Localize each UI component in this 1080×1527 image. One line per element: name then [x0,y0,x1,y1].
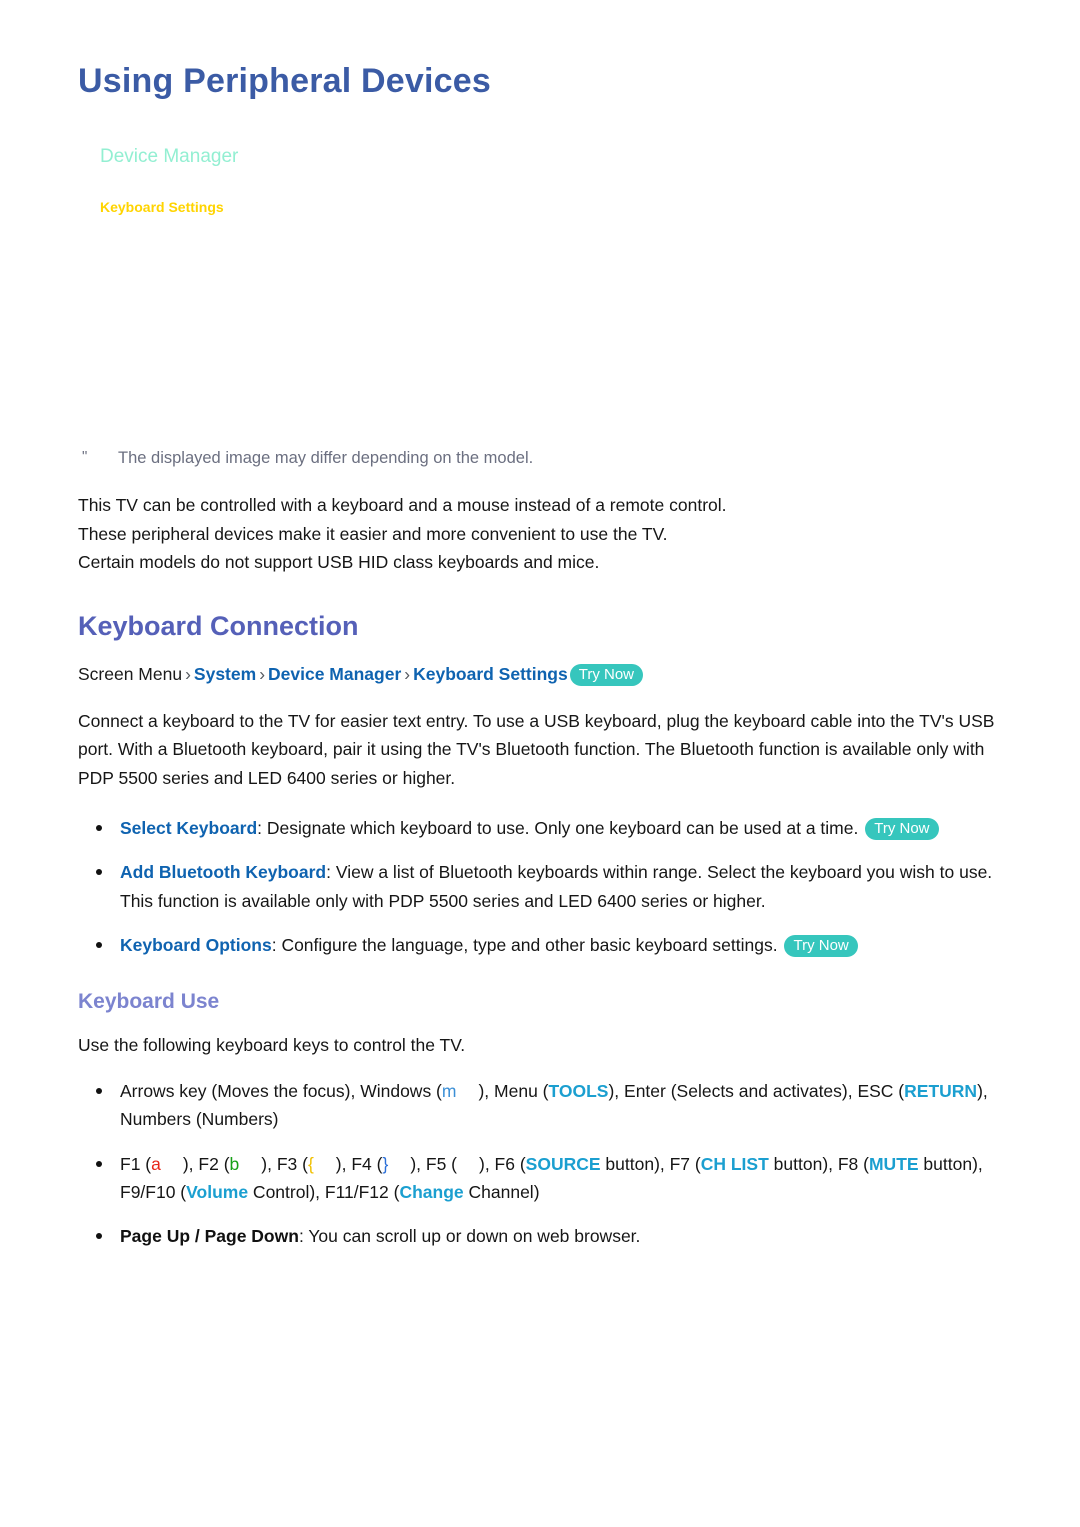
fkeys-text-7: button), F7 ( [600,1153,701,1174]
arrows-text-3: ), Enter (Selects and activates), ESC ( [608,1080,905,1101]
section-keyboard-connection: Keyboard Connection Screen Menu › System › D… [78,610,1010,959]
list-item: Add Bluetooth Keyboard: View a list of B… [78,858,1010,915]
tv-menu-screenshot-figure: Device Manager Keyboard Settings [100,146,1010,448]
key-mute: MUTE [868,1153,919,1174]
keyboard-use-intro: Use the following keyboard keys to contr… [78,1034,466,1055]
list-item: F1 (a ), F2 (b ), F3 ({ ), F4 (} ), F5 ( ), F… [78,1150,1010,1207]
bullet-dot-icon [96,825,102,832]
key-ch-list: CH LIST [700,1153,769,1174]
fkeys-text-11: Channel) [463,1182,540,1202]
section-keyboard-use: Keyboard Use Use the following keyboard … [78,989,1010,1250]
page-title: Using Peripheral Devices [78,62,491,100]
key-return: RETURN [904,1080,978,1101]
bullet-term-page-up-page-down: Page Up / Page Down [120,1226,299,1247]
breadcrumb: Screen Menu › System › Device Manager › Keyboa… [78,661,1010,687]
key-color-brace-close-blue: } [382,1153,389,1174]
heading-keyboard-connection: Keyboard Connection [78,611,359,642]
key-windows-m: m [441,1080,457,1101]
key-change: Change [399,1182,464,1202]
bullet-dot-icon [96,1160,102,1167]
intro-line-3: Certain models do not support USB HID cl… [78,552,600,573]
bullet-colon: : [326,862,331,883]
arrows-text-1: Arrows key (Moves the focus), Windows ( [120,1080,442,1101]
bullet-text: You can scroll up or down on web browser… [308,1226,641,1247]
bullet-term-keyboard-options: Keyboard Options [120,935,272,956]
key-volume: Volume [186,1182,249,1202]
note-row: " The displayed image may differ dependi… [82,447,1010,469]
arrows-text-2: ), Menu ( [478,1080,549,1101]
bullet-dot-icon [96,1087,102,1094]
key-color-b-green: b [229,1153,240,1174]
breadcrumb-link-device-manager[interactable]: Device Manager [268,664,401,684]
keyboard-connection-bullet-list: Select Keyboard: Designate which keyboar… [78,814,1010,959]
fkeys-text-5: ), F5 ( [410,1153,457,1174]
note-text: The displayed image may differ depending… [118,449,534,468]
fkeys-text-3: ), F3 ( [261,1153,308,1174]
breadcrumb-link-system[interactable]: System [194,664,256,684]
list-item: Page Up / Page Down: You can scroll up o… [78,1222,1010,1250]
menu-screenshot-item-keyboard-settings: Keyboard Settings [100,198,224,215]
fkeys-text-10: Control), F11/F12 ( [248,1182,400,1202]
fkeys-text-4: ), F4 ( [335,1153,383,1174]
key-color-a-red: a [151,1153,161,1174]
breadcrumb-link-keyboard-settings[interactable]: Keyboard Settings [413,664,568,684]
key-color-brace-open-yellow: { [307,1153,314,1174]
bullet-dot-icon [96,1233,102,1240]
menu-screenshot-title: Device Manager [100,146,239,168]
keyboard-use-bullet-list: Arrows key (Moves the focus), Windows (m… [78,1077,1010,1251]
bullet-colon: : [257,818,263,839]
bullet-dot-icon [96,869,102,876]
fkeys-text-2: ), F2 ( [182,1153,230,1174]
bullet-term-select-keyboard: Select Keyboard [120,818,258,839]
bullet-dot-icon [96,942,102,949]
key-source: SOURCE [525,1153,601,1174]
bullet-text: Designate which keyboard to use. Only on… [266,818,859,839]
list-item: Select Keyboard: Designate which keyboar… [78,814,1010,842]
breadcrumb-separator-1: › [185,663,191,684]
try-now-badge-keyboard-options[interactable]: Try Now [784,935,858,958]
note-marker-icon: " [82,448,88,466]
bullet-colon: : [298,1226,304,1247]
fkeys-text-8: button), F8 ( [768,1153,869,1174]
try-now-badge-breadcrumb[interactable]: Try Now [569,663,644,686]
bullet-term-add-bluetooth-keyboard: Add Bluetooth Keyboard [120,862,327,883]
breadcrumb-separator-2: › [259,663,266,684]
list-item: Keyboard Options: Configure the language… [78,931,1010,959]
bullet-text: Configure the language, type and other b… [281,935,778,956]
document-page: Using Peripheral Devices Device Manager … [0,0,1080,1527]
breadcrumb-root: Screen Menu [78,663,183,684]
heading-keyboard-use: Keyboard Use [78,990,220,1014]
intro-line-1: This TV can be controlled with a keyboar… [78,495,727,516]
key-tools: TOOLS [548,1080,609,1101]
fkeys-text-6: ), F6 ( [479,1153,526,1174]
intro-line-2: These peripheral devices make it easier … [78,523,668,544]
intro-paragraph-block: This TV can be controlled with a keyboar… [78,491,1010,576]
try-now-badge-select-keyboard[interactable]: Try Now [865,818,939,841]
list-item: Arrows key (Moves the focus), Windows (m… [78,1077,1010,1134]
breadcrumb-separator-3: › [404,663,411,684]
keyboard-connection-body: Connect a keyboard to the TV for easier … [78,711,995,788]
bullet-colon: : [271,935,277,956]
fkeys-text-1: F1 ( [120,1153,152,1174]
